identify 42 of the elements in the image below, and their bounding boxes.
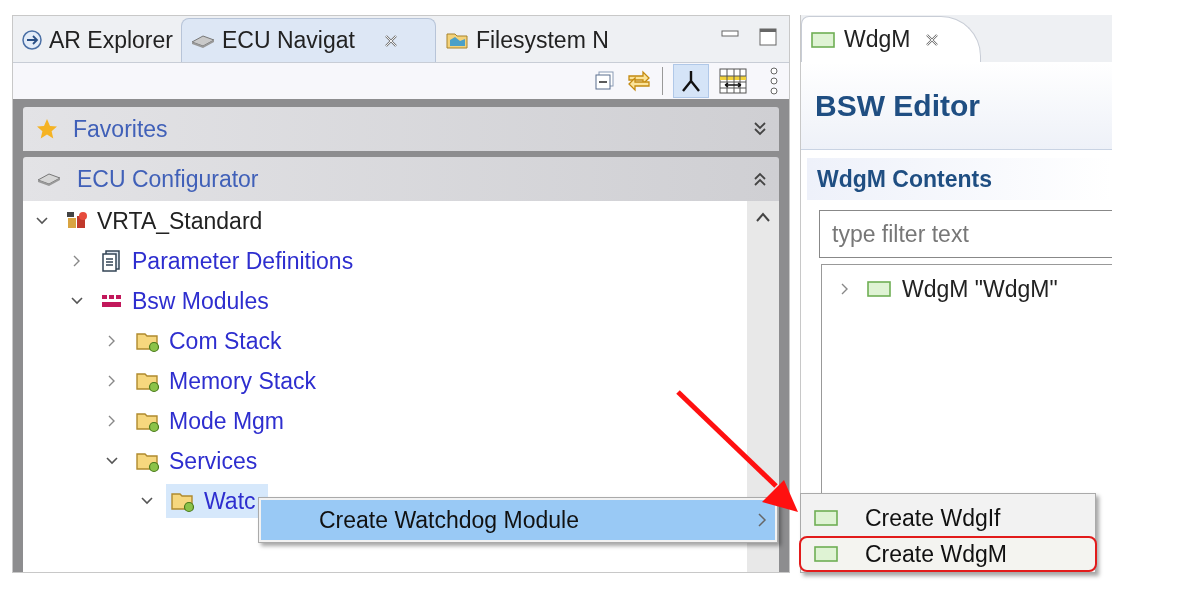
module-icon	[813, 544, 839, 564]
filter-field[interactable]: type filter text	[819, 210, 1112, 258]
sync-arrows-icon[interactable]	[626, 69, 652, 93]
more-options-icon[interactable]	[769, 67, 779, 95]
tree-item[interactable]: VRTA_Standard	[61, 204, 275, 238]
tree-item[interactable]: Com Stack	[131, 324, 294, 358]
fork-icon	[680, 69, 702, 93]
star-icon	[35, 117, 59, 141]
collapse-icon[interactable]	[753, 170, 767, 188]
editor-tab[interactable]: WdgM	[801, 16, 981, 62]
module-icon	[813, 508, 839, 528]
close-icon[interactable]	[382, 32, 399, 49]
chip-icon	[190, 32, 216, 49]
module-icon	[866, 279, 892, 299]
editor-title: BSW Editor	[815, 88, 980, 124]
menu-item[interactable]: Create Watchdog Module	[261, 500, 775, 540]
tree-item[interactable]: Memory Stack	[131, 364, 328, 398]
section-header[interactable]: ECU Configurator	[23, 157, 779, 201]
close-icon[interactable]	[924, 31, 941, 48]
section-title: WdgM Contents	[817, 164, 992, 194]
minimize-icon[interactable]	[721, 30, 739, 38]
tree-item[interactable]: Parameter Definitions	[96, 244, 366, 278]
view-tab[interactable]: ECU Navigat	[181, 18, 436, 62]
chip-icon	[35, 171, 63, 187]
tree-item[interactable]: Mode Mgm	[131, 404, 297, 438]
expand-icon[interactable]	[753, 120, 767, 138]
scroll-up-icon[interactable]	[755, 211, 771, 223]
view-tab[interactable]: Filesystem N	[435, 18, 617, 62]
menu-item[interactable]: Create WdgM	[799, 536, 1097, 572]
tree-item[interactable]: Watc	[166, 484, 268, 518]
tree-item[interactable]: Bsw Modules	[96, 284, 281, 318]
tree-item[interactable]: WdgM "WdgM"	[866, 271, 1058, 307]
view-tab[interactable]: AR Explorer	[13, 18, 181, 62]
collapse-all-icon[interactable]	[594, 70, 616, 92]
arrow-circle-icon	[21, 29, 43, 51]
merge-toggle-button[interactable]	[673, 64, 709, 98]
column-width-icon[interactable]	[719, 68, 747, 94]
section-header[interactable]: Favorites	[23, 107, 779, 151]
maximize-icon[interactable]	[759, 28, 777, 46]
module-icon	[810, 29, 836, 50]
menu-item[interactable]: Create WdgIf	[801, 500, 1095, 536]
tree-item[interactable]: Services	[131, 444, 270, 478]
